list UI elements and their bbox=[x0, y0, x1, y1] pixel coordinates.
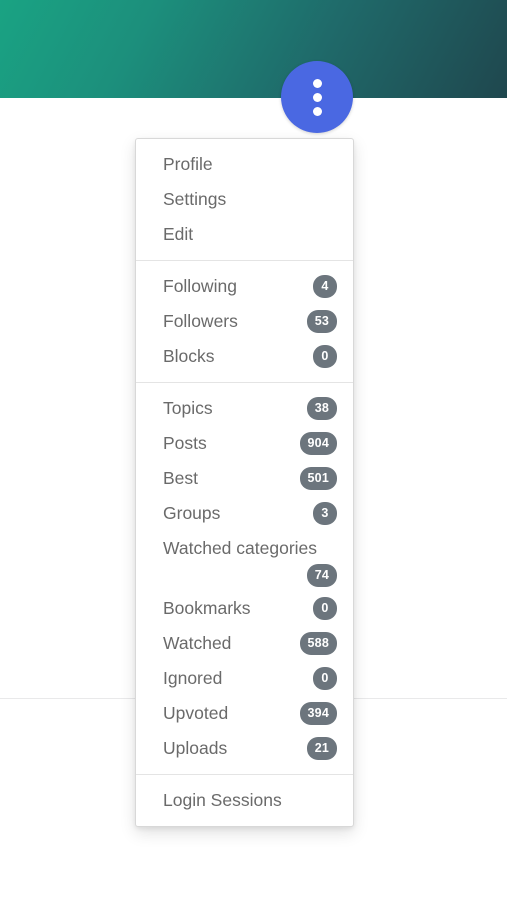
menu-item-label: Posts bbox=[163, 433, 207, 453]
menu-item-label: Best bbox=[163, 468, 199, 488]
menu-item-login-sessions[interactable]: Login Sessions bbox=[136, 783, 353, 818]
menu-item-edit[interactable]: Edit bbox=[136, 217, 353, 252]
user-dropdown-menu: Profile Settings Edit Following 4 Followers 53… bbox=[135, 138, 354, 827]
menu-item-count-badge: 0 bbox=[313, 345, 337, 368]
menu-item-groups[interactable]: Groups 3 bbox=[136, 496, 353, 531]
menu-section-sessions: Login Sessions bbox=[136, 774, 353, 826]
menu-item-count-badge: 588 bbox=[299, 632, 337, 655]
menu-item-following[interactable]: Following 4 bbox=[136, 269, 353, 304]
menu-item-blocks[interactable]: Blocks 0 bbox=[136, 339, 353, 374]
menu-item-count-badge: 38 bbox=[306, 397, 337, 420]
menu-item-label: Settings bbox=[163, 189, 227, 209]
menu-item-label: Uploads bbox=[163, 738, 228, 758]
menu-item-label: Watched bbox=[163, 633, 232, 653]
menu-item-upvoted[interactable]: Upvoted 394 bbox=[136, 696, 353, 731]
menu-item-label: Topics bbox=[163, 398, 213, 418]
menu-item-label: Bookmarks bbox=[163, 598, 251, 618]
menu-item-count-badge: 904 bbox=[299, 432, 337, 455]
menu-section-content: Topics 38 Posts 904 Best 501 Groups 3 Watched ca… bbox=[136, 382, 353, 774]
menu-item-followers[interactable]: Followers 53 bbox=[136, 304, 353, 339]
menu-item-label: Watched categories bbox=[163, 538, 318, 558]
menu-item-ignored[interactable]: Ignored 0 bbox=[136, 661, 353, 696]
menu-item-label: Ignored bbox=[163, 668, 223, 688]
menu-item-count-badge: 501 bbox=[299, 467, 337, 490]
menu-item-count-badge: 394 bbox=[299, 702, 337, 725]
menu-item-label: Upvoted bbox=[163, 703, 229, 723]
three-dots-vertical-icon-dot-3 bbox=[312, 106, 322, 116]
menu-item-label: Blocks bbox=[163, 346, 215, 366]
menu-section-account: Profile Settings Edit bbox=[136, 139, 353, 260]
menu-item-count-badge: 53 bbox=[306, 310, 337, 333]
menu-item-count-badge: 0 bbox=[313, 597, 337, 620]
menu-item-uploads[interactable]: Uploads 21 bbox=[136, 731, 353, 766]
menu-item-label: Following bbox=[163, 276, 237, 296]
three-dots-vertical-icon-dot-1 bbox=[312, 78, 322, 88]
site-header-banner bbox=[0, 0, 507, 98]
menu-item-count-badge: 0 bbox=[313, 667, 337, 690]
menu-item-label: Profile bbox=[163, 154, 213, 174]
menu-item-topics[interactable]: Topics 38 bbox=[136, 391, 353, 426]
user-menu-button[interactable] bbox=[281, 61, 353, 133]
menu-section-social: Following 4 Followers 53 Blocks 0 bbox=[136, 260, 353, 382]
menu-item-watched[interactable]: Watched 588 bbox=[136, 626, 353, 661]
menu-item-label: Edit bbox=[163, 224, 194, 244]
page-root: Profile Settings Edit Following 4 Followers 53… bbox=[0, 0, 507, 906]
menu-item-count-badge: 74 bbox=[306, 564, 337, 587]
three-dots-vertical-icon-dot-2 bbox=[312, 92, 322, 102]
menu-item-count-badge: 4 bbox=[313, 275, 337, 298]
menu-item-bookmarks[interactable]: Bookmarks 0 bbox=[136, 591, 353, 626]
menu-item-count-badge: 3 bbox=[313, 502, 337, 525]
menu-item-best[interactable]: Best 501 bbox=[136, 461, 353, 496]
menu-item-watched-categories[interactable]: Watched categories 74 bbox=[136, 531, 353, 591]
menu-item-count-badge: 21 bbox=[306, 737, 337, 760]
menu-item-label: Groups bbox=[163, 503, 221, 523]
menu-item-posts[interactable]: Posts 904 bbox=[136, 426, 353, 461]
menu-item-label: Login Sessions bbox=[163, 790, 282, 810]
menu-item-settings[interactable]: Settings bbox=[136, 182, 353, 217]
menu-item-label: Followers bbox=[163, 311, 238, 331]
menu-item-profile[interactable]: Profile bbox=[136, 147, 353, 182]
